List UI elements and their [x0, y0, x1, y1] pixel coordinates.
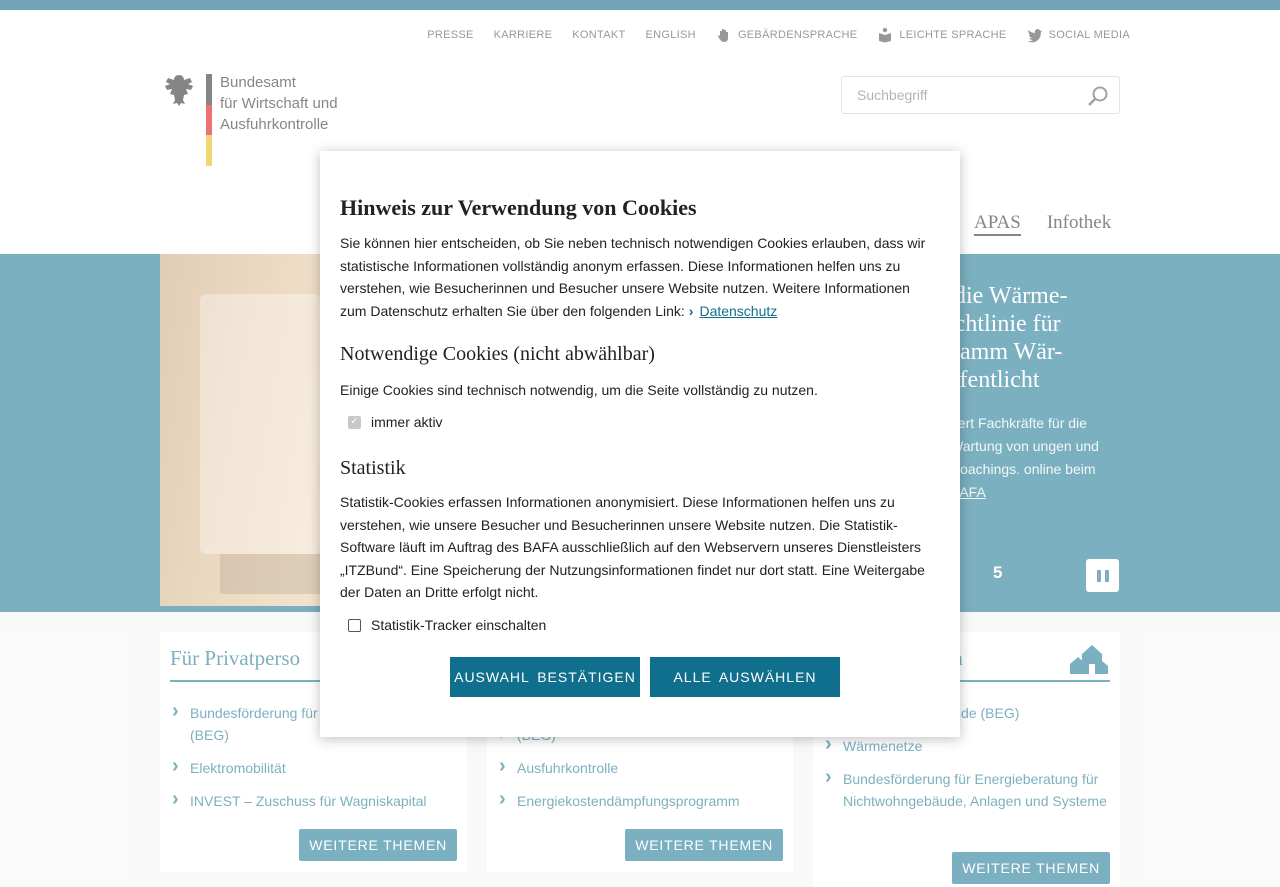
confirm-selection-button[interactable]: AUSWAHL BESTÄTIGEN [450, 657, 640, 697]
statistics-tracker-checkbox[interactable]: Statistik-Tracker einschalten [348, 617, 546, 633]
always-active-label: immer aktiv [371, 414, 443, 430]
cookie-intro-text: Sie können hier entscheiden, ob Sie nebe… [340, 235, 926, 319]
statistics-tracker-label: Statistik-Tracker einschalten [371, 617, 547, 633]
cookie-dialog-title: Hinweis zur Verwendung von Cookies [340, 195, 697, 220]
checked-disabled-icon: ✓ [348, 415, 361, 429]
necessary-cookies-heading: Notwendige Cookies (nicht abwählbar) [340, 343, 655, 365]
privacy-link[interactable]: Datenschutz [699, 303, 777, 319]
select-all-button[interactable]: ALLE AUSWÄHLEN [650, 657, 840, 697]
chevron-right-icon: › [688, 302, 694, 319]
necessary-cookies-text: Einige Cookies sind technisch notwendig,… [340, 382, 818, 398]
always-active-checkbox: ✓ immer aktiv [348, 414, 443, 430]
cookie-consent-dialog: Hinweis zur Verwendung von Cookies Sie k… [320, 151, 960, 737]
checkbox-icon[interactable] [348, 618, 361, 632]
statistics-heading: Statistik [340, 457, 406, 479]
statistics-text: Statistik-Cookies erfassen Informationen… [340, 494, 925, 601]
